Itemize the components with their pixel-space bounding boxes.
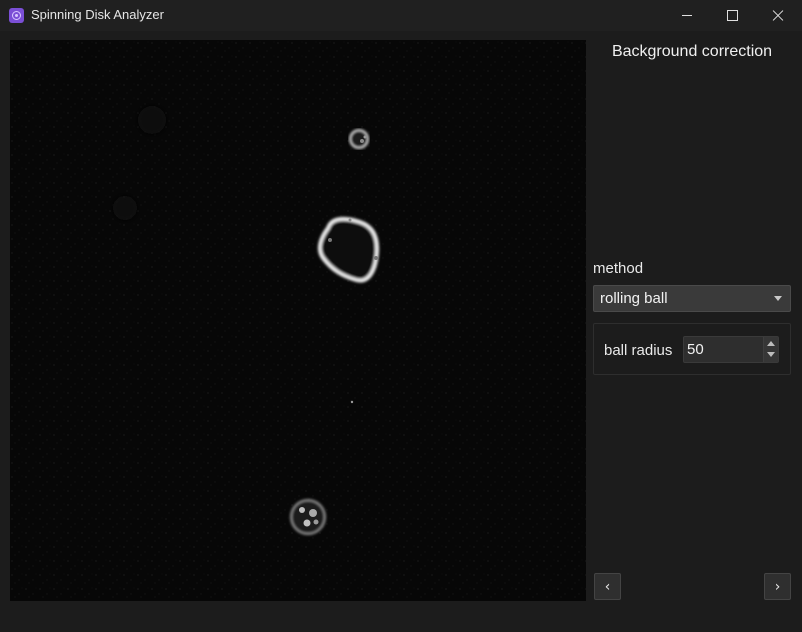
ball-radius-label: ball radius [604,342,673,359]
method-label: method [593,260,644,277]
microscopy-image [10,40,586,601]
image-viewer[interactable] [10,40,586,601]
chevron-left-icon: ‹ [604,578,611,595]
close-icon [772,10,784,22]
window-title: Spinning Disk Analyzer [31,7,164,22]
maximize-icon [726,10,738,21]
spin-down-icon[interactable] [767,352,775,357]
chevron-right-icon: › [774,578,781,595]
ball-radius-spinbox[interactable]: 50 [683,336,779,363]
close-button[interactable] [755,0,801,31]
minimize-icon [682,15,692,16]
parameter-group: ball radius 50 [593,323,791,375]
next-button[interactable]: › [764,573,791,600]
method-dropdown[interactable]: rolling ball [593,285,791,312]
method-value: rolling ball [600,290,668,307]
panel-title: Background correction [611,43,773,60]
previous-button[interactable]: ‹ [594,573,621,600]
cell-bottom [290,499,326,535]
minimize-button[interactable] [664,0,710,31]
ball-radius-value[interactable]: 50 [687,341,704,358]
spin-up-icon[interactable] [767,341,775,346]
cell-small [349,129,369,149]
app-icon [9,8,24,23]
chevron-down-icon [774,296,782,301]
title-bar[interactable]: Spinning Disk Analyzer [0,0,802,31]
spin-buttons [763,337,778,362]
maximize-button[interactable] [709,0,755,31]
